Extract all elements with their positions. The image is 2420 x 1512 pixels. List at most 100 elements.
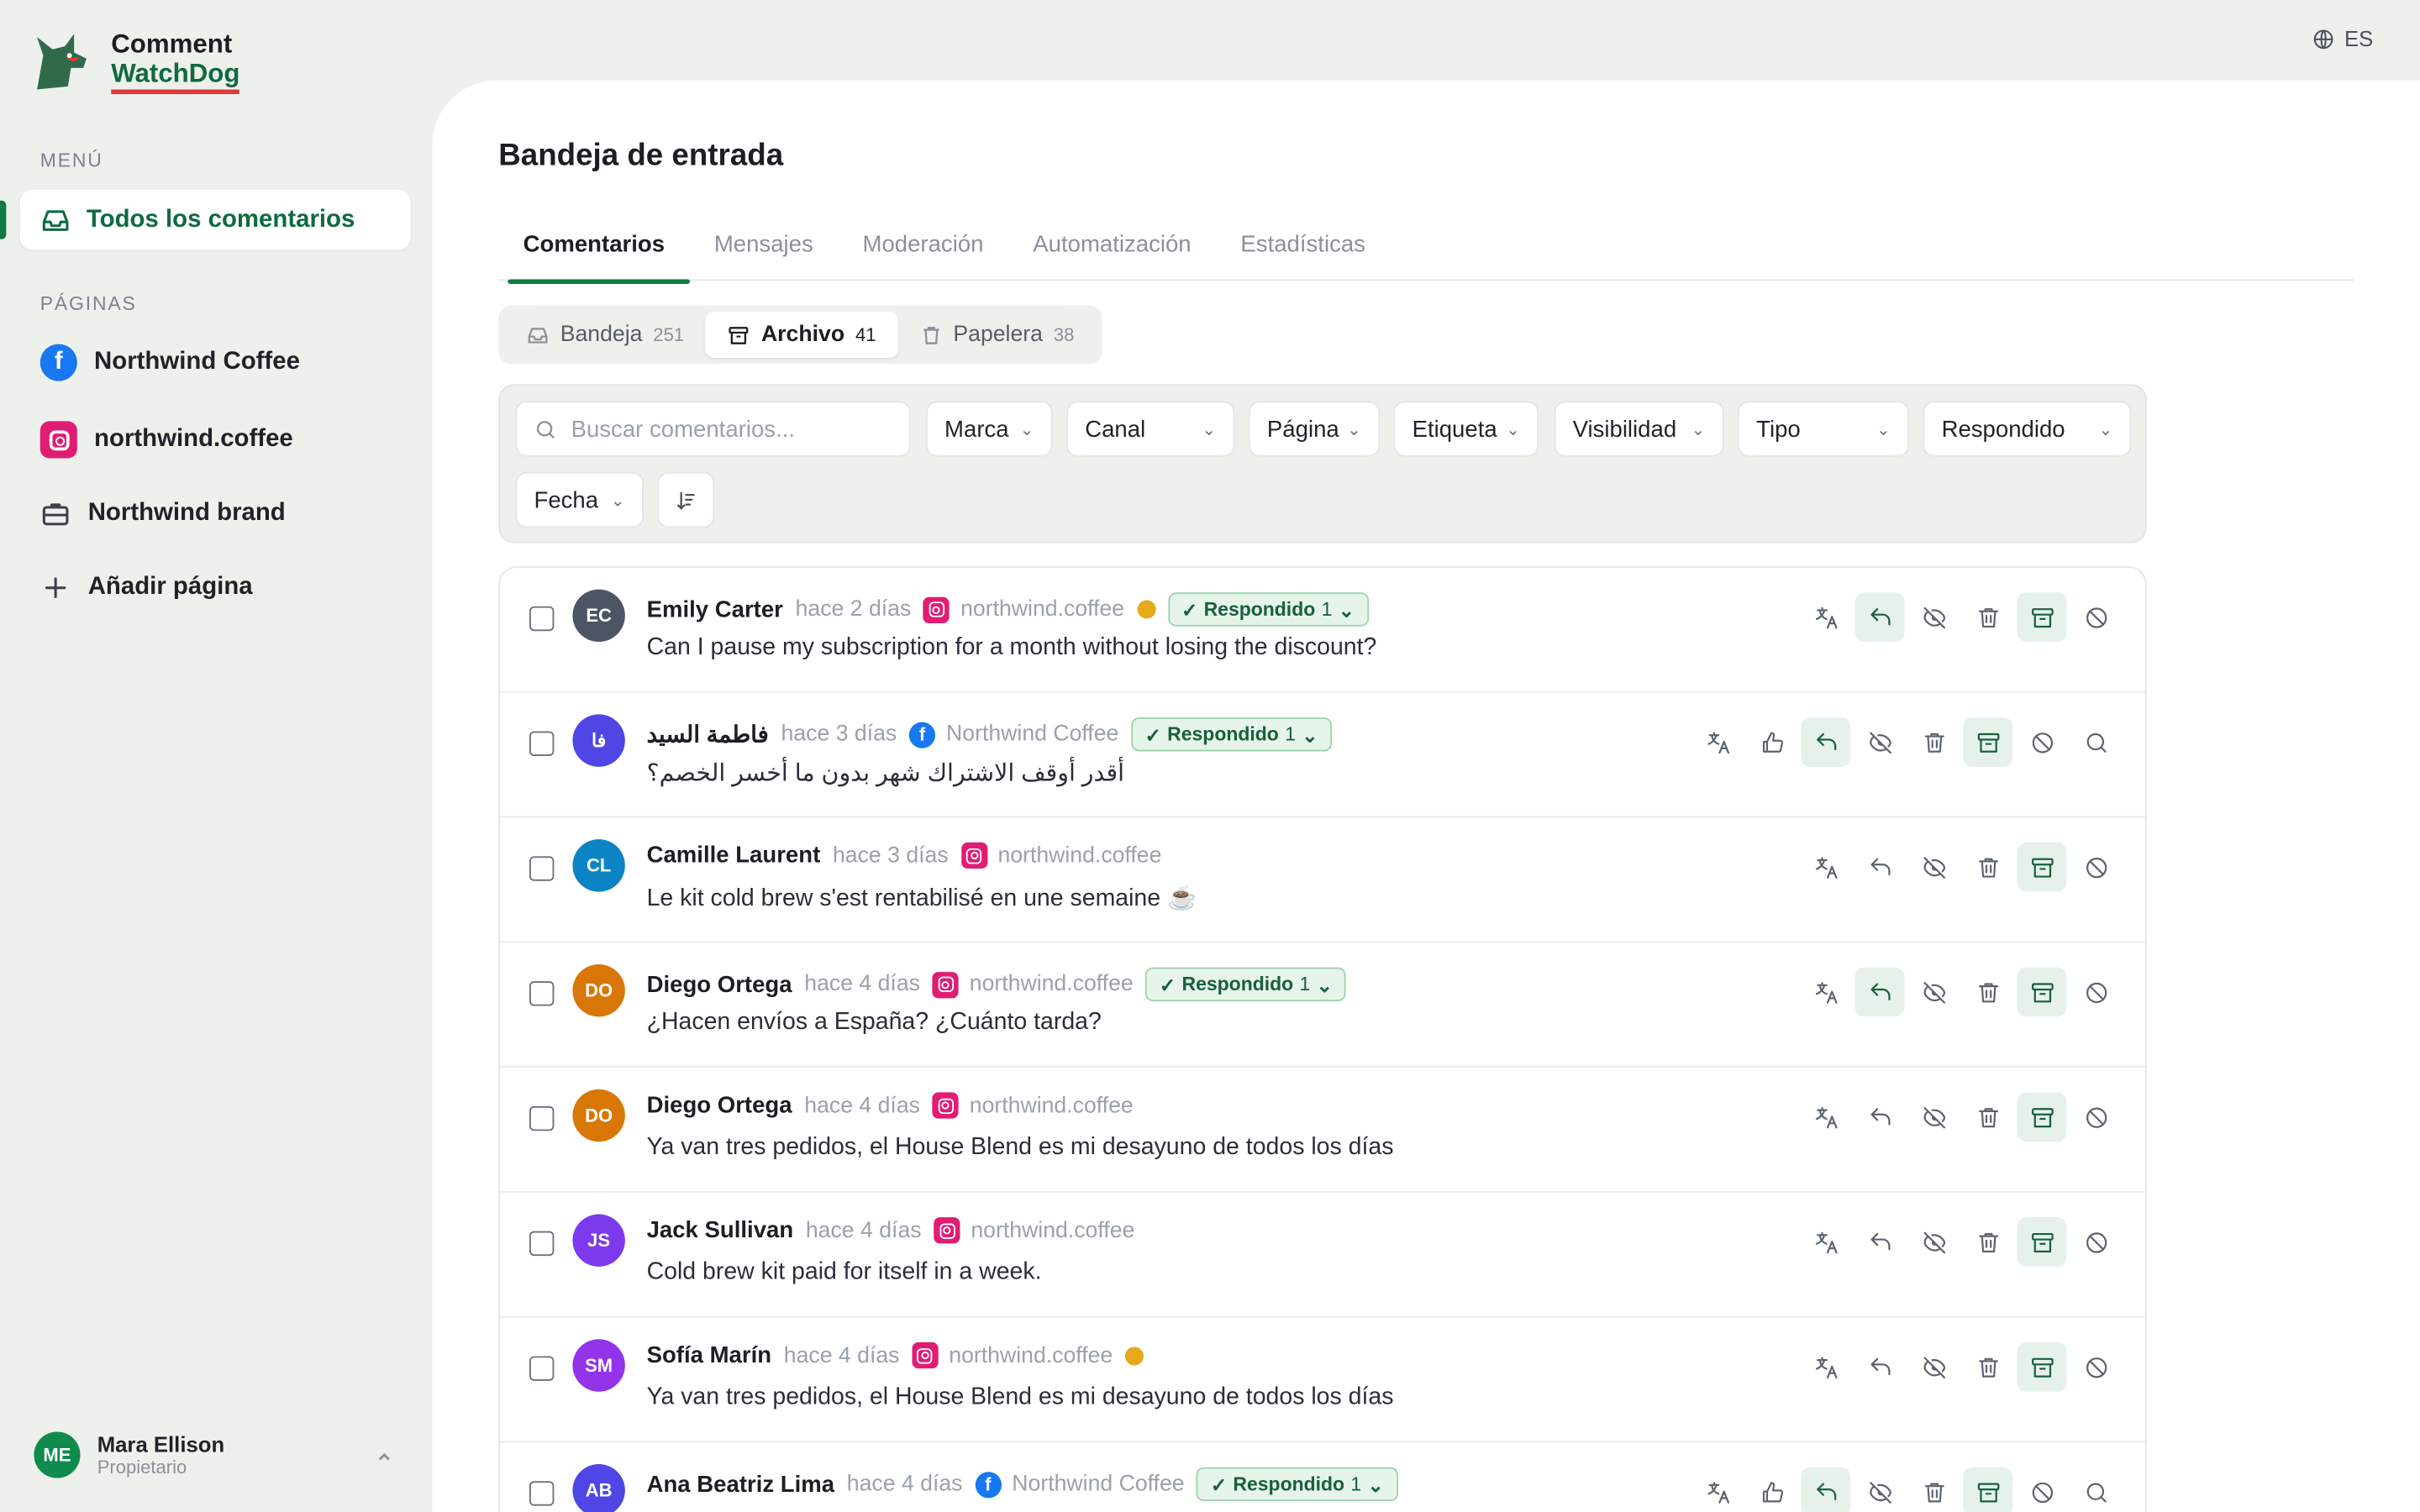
block-button[interactable]	[2071, 843, 2121, 892]
filter-fecha[interactable]: Fecha ⌄	[515, 472, 644, 528]
comment-row[interactable]: DO Diego Ortega hace 4 días northwind.co…	[500, 942, 2146, 1068]
comment-source[interactable]: northwind.coffee	[932, 1092, 1134, 1119]
reply-button[interactable]	[1855, 1217, 1905, 1267]
block-button[interactable]	[2071, 968, 2121, 1017]
filter-marca[interactable]: Marca ⌄	[926, 401, 1053, 457]
trash-button[interactable]	[1963, 592, 2012, 642]
app-logo[interactable]: Comment WatchDog	[28, 28, 240, 96]
translate-button[interactable]	[1801, 1342, 1850, 1392]
comment-author[interactable]: Diego Ortega	[647, 971, 792, 997]
translate-button[interactable]	[1693, 1467, 1743, 1512]
sidebar-item-all-comments[interactable]: Todos los comentarios	[0, 189, 411, 250]
sort-button[interactable]	[657, 472, 715, 528]
archive-button[interactable]	[1963, 1467, 2013, 1512]
row-checkbox[interactable]	[529, 981, 555, 1006]
block-button[interactable]	[2018, 717, 2067, 767]
like-button[interactable]	[1747, 717, 1797, 767]
comment-row[interactable]: JS Jack Sullivan hace 4 días northwind.c…	[500, 1193, 2146, 1318]
archive-button[interactable]	[2017, 1217, 2067, 1267]
row-checkbox[interactable]	[529, 1356, 555, 1381]
trash-button[interactable]	[1963, 1217, 2012, 1267]
comment-author[interactable]: Ana Beatriz Lima	[647, 1471, 835, 1497]
replied-badge[interactable]: ✓ Respondido 1 ⌄	[1167, 592, 1369, 627]
block-button[interactable]	[2018, 1467, 2067, 1512]
segment-archivo[interactable]: Archivo 41	[705, 312, 898, 359]
comment-row[interactable]: SM Sofía Marín hace 4 días northwind.cof…	[500, 1318, 2146, 1443]
translate-button[interactable]	[1801, 968, 1850, 1017]
translate-button[interactable]	[1801, 843, 1850, 892]
user-profile[interactable]: ME Mara Ellison Propietario	[34, 1431, 224, 1478]
hide-button[interactable]	[1909, 1217, 1959, 1267]
comment-row[interactable]: DO Diego Ortega hace 4 días northwind.co…	[500, 1068, 2146, 1193]
chevron-up-icon[interactable]	[375, 1447, 393, 1466]
filter-tipo[interactable]: Tipo ⌄	[1738, 401, 1909, 457]
row-checkbox[interactable]	[529, 1481, 555, 1506]
translate-button[interactable]	[1801, 1217, 1850, 1267]
filter-etiqueta[interactable]: Etiqueta ⌄	[1393, 401, 1539, 457]
sidebar-page-northwind-instagram[interactable]: northwind.coffee	[39, 421, 293, 459]
block-button[interactable]	[2071, 1342, 2121, 1392]
comment-author[interactable]: Camille Laurent	[647, 843, 821, 869]
comment-row[interactable]: AB Ana Beatriz Lima hace 4 días f Northwi…	[500, 1442, 2145, 1512]
archive-button[interactable]	[2017, 1092, 2067, 1142]
sidebar-page-northwind-brand[interactable]: Northwind brand	[40, 498, 286, 529]
row-checkbox[interactable]	[529, 606, 555, 632]
filter-canal[interactable]: Canal ⌄	[1066, 401, 1235, 457]
comment-row[interactable]: فا فاطمة السيد hace 3 días f Northwind Co…	[500, 693, 2146, 818]
hide-button[interactable]	[1855, 717, 1905, 767]
hide-button[interactable]	[1909, 592, 1959, 642]
tab-automatizacion[interactable]: Automatización	[1008, 228, 1216, 281]
row-checkbox[interactable]	[529, 1105, 555, 1131]
comment-source[interactable]: northwind.coffee	[932, 971, 1134, 998]
hide-button[interactable]	[1909, 1092, 1959, 1142]
archive-button[interactable]	[1963, 717, 2013, 767]
comment-source[interactable]: northwind.coffee	[923, 596, 1124, 623]
segment-papelera[interactable]: Papelera 38	[897, 312, 1096, 358]
trash-button[interactable]	[1963, 843, 2012, 892]
lookup-button[interactable]	[2071, 717, 2121, 767]
row-checkbox[interactable]	[529, 1231, 555, 1257]
comment-author[interactable]: Sofía Marín	[647, 1342, 772, 1368]
row-checkbox[interactable]	[529, 856, 555, 881]
like-button[interactable]	[1747, 1467, 1797, 1512]
reply-button[interactable]	[1854, 967, 1905, 1017]
lookup-button[interactable]	[2071, 1467, 2121, 1512]
segment-bandeja[interactable]: Bandeja 251	[505, 312, 706, 358]
reply-button[interactable]	[1854, 592, 1905, 643]
translate-button[interactable]	[1801, 1092, 1850, 1142]
reply-button[interactable]	[1855, 1092, 1905, 1142]
tab-comentarios[interactable]: Comentarios	[498, 228, 689, 284]
comment-author[interactable]: Diego Ortega	[647, 1092, 792, 1118]
translate-button[interactable]	[1693, 717, 1743, 767]
reply-button[interactable]	[1855, 1342, 1905, 1392]
reply-button[interactable]	[1801, 717, 1851, 767]
replied-badge[interactable]: ✓ Respondido 1 ⌄	[1197, 1467, 1398, 1502]
comment-author[interactable]: فاطمة السيد	[647, 721, 769, 748]
reply-button[interactable]	[1801, 1467, 1851, 1512]
archive-button[interactable]	[2017, 842, 2067, 892]
archive-button[interactable]	[2017, 1341, 2067, 1392]
translate-button[interactable]	[1801, 592, 1850, 642]
trash-button[interactable]	[1963, 1092, 2012, 1142]
comment-source[interactable]: northwind.coffee	[934, 1217, 1134, 1244]
comment-source[interactable]: f Northwind Coffee	[975, 1471, 1185, 1498]
block-button[interactable]	[2071, 1092, 2121, 1142]
filter-pagina[interactable]: Página ⌄	[1248, 401, 1381, 457]
comment-source[interactable]: f Northwind Coffee	[908, 721, 1118, 748]
trash-button[interactable]	[1963, 1342, 2012, 1392]
comment-source[interactable]: northwind.coffee	[960, 842, 1161, 869]
hide-button[interactable]	[1909, 968, 1959, 1017]
filter-respondido[interactable]: Respondido ⌄	[1923, 401, 2132, 457]
language-switcher[interactable]: ES	[2312, 26, 2373, 51]
row-checkbox[interactable]	[529, 731, 555, 756]
hide-button[interactable]	[1909, 843, 1959, 892]
block-button[interactable]	[2071, 592, 2121, 642]
block-button[interactable]	[2071, 1217, 2121, 1267]
filter-visibilidad[interactable]: Visibilidad ⌄	[1554, 401, 1724, 457]
hide-button[interactable]	[1855, 1467, 1905, 1512]
trash-button[interactable]	[1963, 968, 2012, 1017]
hide-button[interactable]	[1909, 1342, 1959, 1392]
search-input[interactable]: Buscar comentarios...	[515, 401, 911, 457]
comment-source[interactable]: northwind.coffee	[912, 1341, 1113, 1369]
add-page-button[interactable]: Añadir página	[40, 572, 253, 603]
